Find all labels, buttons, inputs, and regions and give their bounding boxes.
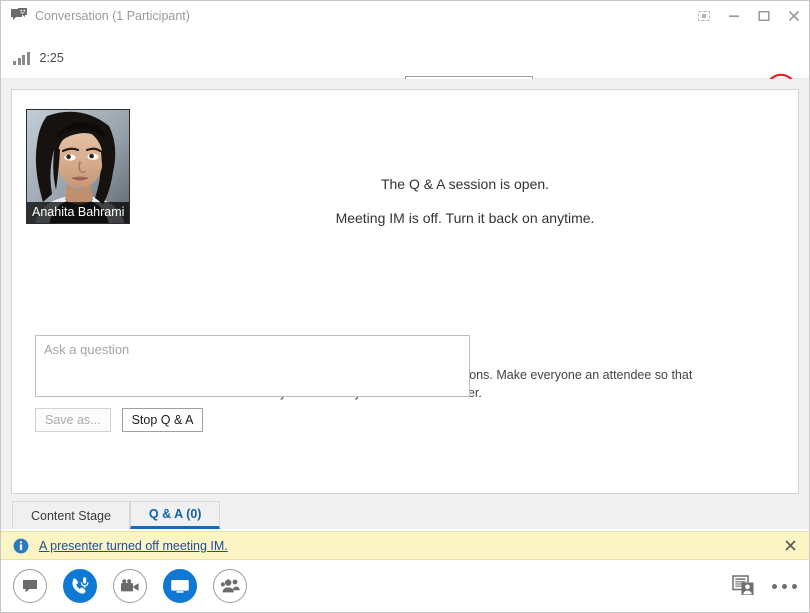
- title-bar: Conversation (1 Participant): [1, 1, 809, 31]
- im-button[interactable]: [13, 569, 47, 603]
- window-title: Conversation (1 Participant): [35, 9, 190, 23]
- tab-content-stage[interactable]: Content Stage: [12, 501, 130, 529]
- qa-status-message: The Q & A session is open. Meeting IM is…: [142, 176, 788, 226]
- notification-link[interactable]: A presenter turned off meeting IM.: [39, 539, 228, 553]
- people-icon: [220, 578, 240, 594]
- speech-bubble-icon: [21, 577, 39, 595]
- call-toolbar: 2:25 ✕ Stop Presenting: [1, 31, 809, 105]
- more-options-icon[interactable]: [772, 583, 797, 589]
- signal-bars-icon: [13, 51, 30, 65]
- close-icon[interactable]: [779, 1, 809, 31]
- im-off-text: Meeting IM is off. Turn it back on anyti…: [335, 210, 595, 226]
- stage-area: Anahita Bahrami The Q & A session is ope…: [1, 79, 809, 497]
- maximize-icon[interactable]: [749, 1, 779, 31]
- stop-qa-button[interactable]: Stop Q & A: [121, 408, 204, 432]
- call-button[interactable]: [63, 569, 97, 603]
- qa-open-text: The Q & A session is open.: [380, 176, 550, 192]
- minimize-icon[interactable]: [719, 1, 749, 31]
- conversation-window: Conversation (1 Participant) 2:25 Anahit…: [0, 0, 810, 613]
- bottom-right-tools: [732, 575, 797, 597]
- window-controls: [689, 1, 809, 31]
- presenter-card-icon[interactable]: [732, 575, 756, 597]
- participants-button[interactable]: [213, 569, 247, 603]
- video-button[interactable]: [113, 569, 147, 603]
- ask-question-input[interactable]: [35, 335, 470, 397]
- info-icon: [13, 538, 29, 554]
- phone-mic-icon: [70, 576, 90, 596]
- video-thumbnail[interactable]: Anahita Bahrami: [26, 109, 130, 224]
- tab-qa[interactable]: Q & A (0): [129, 501, 221, 529]
- stage-tabs: Content Stage Q & A (0): [1, 497, 809, 529]
- qa-panel: Anahita Bahrami The Q & A session is ope…: [11, 89, 799, 494]
- call-status-group: 2:25: [13, 45, 64, 65]
- popout-icon[interactable]: [689, 1, 719, 31]
- video-camera-icon: [120, 578, 140, 594]
- call-controls-bar: [1, 560, 809, 612]
- save-as-button[interactable]: Save as...: [35, 408, 111, 432]
- notification-close-icon[interactable]: [779, 535, 801, 557]
- notification-bar: A presenter turned off meeting IM.: [1, 531, 809, 560]
- monitor-icon: [170, 578, 190, 594]
- call-timer: 2:25: [39, 51, 64, 65]
- present-button[interactable]: [163, 569, 197, 603]
- qa-button-row: Save as... Stop Q & A: [35, 408, 204, 432]
- video-participant-name: Anahita Bahrami: [27, 202, 129, 223]
- conversation-icon: [9, 6, 29, 26]
